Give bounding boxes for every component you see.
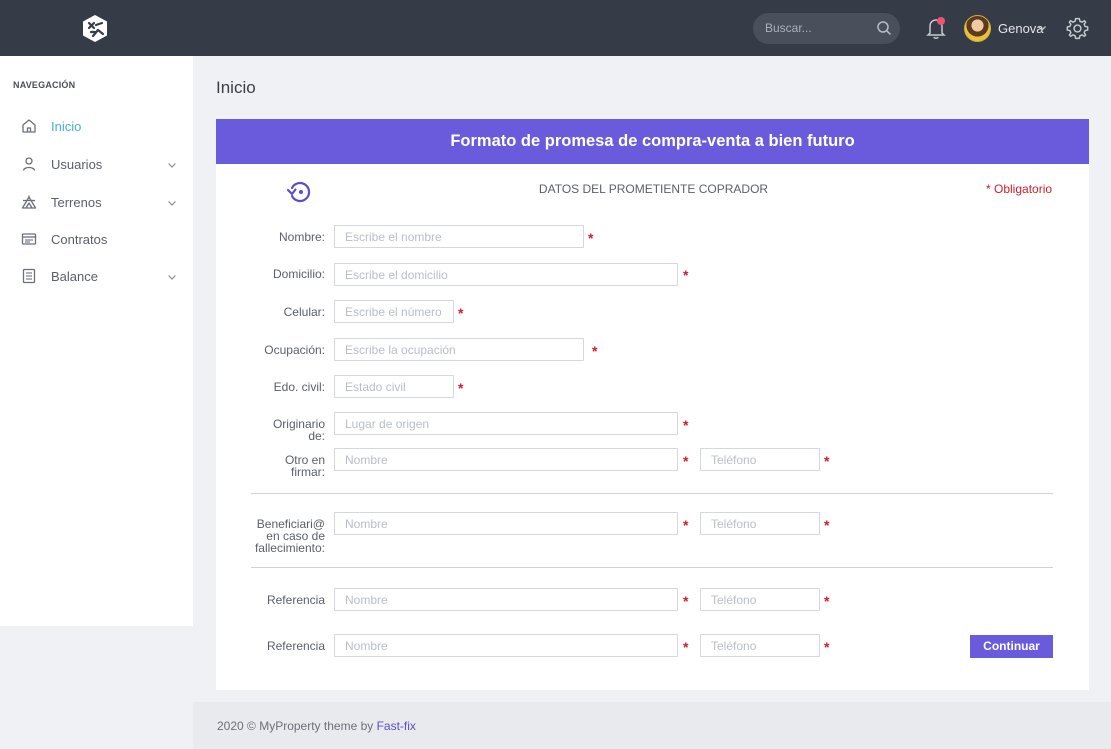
sidebar-item-label: Terrenos (51, 195, 102, 210)
page-title: Inicio (216, 78, 256, 97)
edo-civil-input[interactable] (335, 376, 453, 397)
sidebar-item-inicio[interactable]: Inicio (0, 111, 193, 141)
otro-firmar-phone-field[interactable] (700, 448, 820, 471)
nav-title: NAVEGACIÓN (13, 80, 76, 90)
label-domicilio: Domicilio: (272, 267, 325, 281)
label-nombre: Nombre: (278, 230, 325, 244)
footer-text: 2020 © MyProperty theme by Fast-fix (217, 719, 416, 733)
edo-civil-field[interactable] (334, 375, 454, 398)
nombre-input[interactable] (335, 226, 583, 247)
label-edo-civil: Edo. civil: (273, 380, 325, 394)
sidebar-item-terrenos[interactable]: Terrenos (0, 187, 193, 217)
beneficiario-name-input[interactable] (335, 513, 677, 534)
label-referencia: Referencia (266, 639, 325, 653)
referencia-2-name-input[interactable] (335, 635, 677, 656)
chevron-down-icon[interactable] (1037, 23, 1047, 33)
card-header: Formato de promesa de compra-venta a bie… (216, 119, 1089, 164)
continue-button[interactable]: Continuar (970, 635, 1053, 658)
sidebar-item-label: Contratos (51, 232, 108, 247)
beneficiario-phone-input[interactable] (701, 513, 819, 534)
chevron-down-icon (168, 163, 176, 168)
search-box[interactable]: Buscar... (753, 13, 900, 44)
required-mark: * (458, 380, 464, 396)
footer-copyright: 2020 © MyProperty theme by (217, 719, 374, 733)
required-note: * Obligatorio (986, 182, 1053, 196)
label-beneficiario: Beneficiari@ en caso de fallecimiento: (254, 517, 325, 555)
section-title: DATOS DEL PROMETIENTE COPRADOR (538, 182, 769, 196)
label-originario: Originario de: (272, 417, 325, 443)
required-mark: * (824, 639, 830, 655)
label-ocupacion: Ocupación: (264, 343, 325, 357)
gear-icon[interactable] (1065, 16, 1090, 41)
label-otro-firmar: Otro en firmar: (284, 453, 325, 479)
label-celular: Celular: (283, 305, 325, 319)
ledger-icon (22, 268, 36, 284)
domicilio-input[interactable] (335, 264, 677, 285)
history-icon[interactable] (286, 178, 314, 206)
referencia-1-name-input[interactable] (335, 589, 677, 610)
footer: 2020 © MyProperty theme by Fast-fix (193, 702, 1111, 749)
required-mark: * (683, 267, 689, 283)
contract-icon (21, 233, 37, 245)
celular-input[interactable] (335, 301, 453, 322)
sidebar-item-label: Inicio (51, 119, 82, 134)
required-mark: * (683, 639, 689, 655)
required-mark: * (824, 593, 830, 609)
nombre-field[interactable] (334, 225, 584, 248)
label-referencia: Referencia (266, 593, 325, 607)
referencia-1-phone-field[interactable] (700, 588, 820, 611)
sidebar-item-label: Usuarios (51, 157, 103, 172)
chevron-down-icon (168, 201, 176, 206)
referencia-1-phone-input[interactable] (701, 589, 819, 610)
otro-firmar-name-field[interactable] (334, 448, 678, 471)
referencia-1-name-field[interactable] (334, 588, 678, 611)
required-mark: * (588, 230, 594, 246)
required-mark: * (683, 593, 689, 609)
sidebar: NAVEGACIÓN Inicio Usuarios Terrenos Cont… (0, 56, 193, 626)
notification-badge: 9 (937, 17, 945, 25)
beneficiario-phone-field[interactable] (700, 512, 820, 535)
footer-link[interactable]: Fast-fix (377, 719, 416, 733)
search-icon[interactable] (876, 20, 892, 36)
referencia-2-phone-field[interactable] (700, 634, 820, 657)
referencia-2-phone-input[interactable] (701, 635, 819, 656)
ocupacion-input[interactable] (335, 339, 583, 360)
top-bar: Buscar... 9 Genova (0, 0, 1111, 56)
originario-field[interactable] (334, 412, 678, 435)
required-mark: * (683, 453, 689, 469)
sidebar-item-usuarios[interactable]: Usuarios (0, 149, 193, 179)
originario-input[interactable] (335, 413, 677, 434)
required-mark: * (683, 417, 689, 433)
divider (251, 493, 1053, 494)
card-title: Formato de promesa de compra-venta a bie… (450, 132, 855, 150)
app-logo-icon[interactable] (81, 14, 109, 43)
required-mark: * (458, 305, 464, 321)
tent-icon (21, 195, 37, 209)
form-card: Formato de promesa de compra-venta a bie… (216, 119, 1089, 690)
chevron-down-icon (168, 275, 176, 280)
home-icon (22, 119, 36, 133)
avatar[interactable] (964, 15, 991, 42)
required-mark: * (824, 517, 830, 533)
user-icon (22, 157, 36, 171)
celular-field[interactable] (334, 300, 454, 323)
search-input[interactable]: Buscar... (765, 21, 812, 35)
required-mark: * (683, 517, 689, 533)
sidebar-item-label: Balance (51, 269, 98, 284)
otro-firmar-name-input[interactable] (335, 449, 677, 470)
ocupacion-field[interactable] (334, 338, 584, 361)
sidebar-item-balance[interactable]: Balance (0, 261, 193, 291)
sidebar-item-contratos[interactable]: Contratos (0, 224, 193, 254)
otro-firmar-phone-input[interactable] (701, 449, 819, 470)
divider (251, 567, 1053, 568)
required-mark: * (824, 453, 830, 469)
beneficiario-name-field[interactable] (334, 512, 678, 535)
domicilio-field[interactable] (334, 263, 678, 286)
referencia-2-name-field[interactable] (334, 634, 678, 657)
required-mark: * (592, 343, 598, 359)
